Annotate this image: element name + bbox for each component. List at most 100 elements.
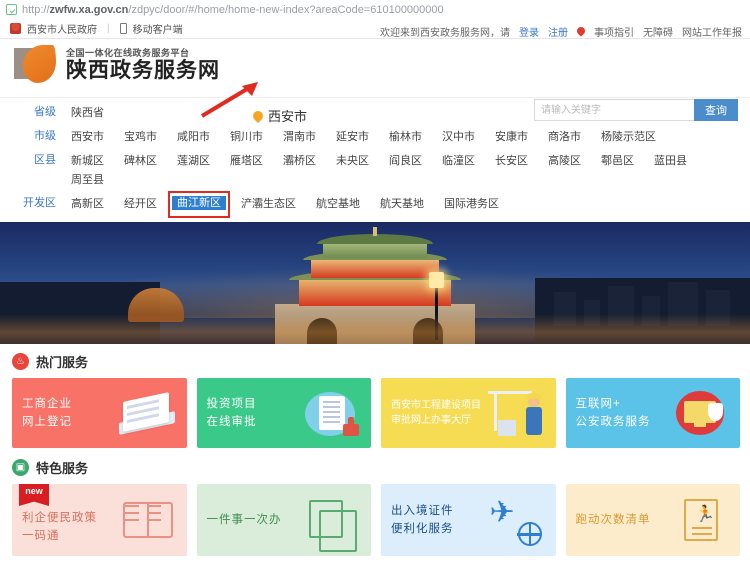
- current-location-label: 西安市: [268, 109, 308, 124]
- accessibility-link[interactable]: 无障碍: [643, 24, 673, 39]
- region-item[interactable]: 周至县: [66, 171, 109, 190]
- service-card-police-service[interactable]: 互联网+ 公安政务服务: [565, 378, 740, 448]
- login-link[interactable]: 登录: [519, 24, 539, 39]
- region-item[interactable]: 航空基地: [311, 195, 365, 214]
- selected-region-highlight: 曲江新区: [168, 191, 230, 218]
- region-item[interactable]: 浐灞生态区: [236, 195, 301, 214]
- service-card-investment-approval[interactable]: 投资项目 在线审批: [196, 378, 371, 448]
- region-item-selected[interactable]: 曲江新区: [172, 196, 226, 210]
- region-item[interactable]: 临潼区: [437, 152, 480, 171]
- open-book-icon: [119, 494, 177, 546]
- service-card-label: 互联网+ 公安政务服务: [575, 398, 651, 428]
- service-card-exit-entry[interactable]: 出入境证件 便利化服务 ✈: [381, 484, 556, 556]
- current-location[interactable]: 西安市: [250, 106, 308, 125]
- search-button[interactable]: 查询: [694, 99, 738, 121]
- region-item[interactable]: 西安市: [66, 128, 109, 147]
- service-card-label: 一件事一次办: [206, 514, 282, 526]
- service-card-label: 西安市工程建设项目 审批网上办事大厅: [391, 400, 481, 426]
- region-row-district: 区县 新城区 碑林区 莲湖区 雁塔区 灞桥区 未央区 阎良区 临潼区 长安区 高…: [14, 152, 740, 190]
- region-item[interactable]: 蓝田县: [649, 152, 692, 171]
- service-card-trip-count-list[interactable]: 跑动次数清单 🏃: [565, 484, 740, 556]
- browser-url-bar[interactable]: http://zwfw.xa.gov.cn/zdpyc/door/#/home/…: [0, 0, 750, 19]
- logo-mark-icon: [14, 45, 58, 85]
- site-title: 陕西政务服务网: [66, 59, 220, 83]
- hot-services-title: 热门服务: [36, 355, 89, 370]
- new-badge: new: [19, 484, 49, 506]
- item-guide-link[interactable]: 事项指引: [594, 24, 634, 39]
- hero-banner: [0, 222, 750, 344]
- mobile-phone-icon: [119, 23, 127, 34]
- region-items: 西安市 宝鸡市 咸阳市 铜川市 渭南市 延安市 榆林市 汉中市 安康市 商洛市 …: [66, 128, 661, 147]
- register-link[interactable]: 注册: [548, 24, 568, 39]
- site-logo[interactable]: 全国一体化在线政务服务平台 陕西政务服务网: [14, 45, 740, 85]
- service-card-one-thing-one-time[interactable]: 一件事一次办: [196, 484, 371, 556]
- region-items: 高新区 经开区 曲江新区 浐灞生态区 航空基地 航天基地 国际港务区: [66, 191, 504, 218]
- region-item[interactable]: 鄠邑区: [596, 152, 639, 171]
- region-item[interactable]: 咸阳市: [172, 128, 215, 147]
- welcome-strip: 欢迎来到西安政务服务网，请 登录 注册 事项指引 无障碍 网站工作年报: [380, 22, 742, 40]
- region-item[interactable]: 汉中市: [437, 128, 480, 147]
- document-stamp-icon: [303, 387, 361, 439]
- region-item[interactable]: 未央区: [331, 152, 374, 171]
- region-row-label: 省级: [34, 106, 56, 118]
- bar-separator: |: [107, 23, 110, 34]
- region-row-label: 区县: [34, 154, 56, 166]
- region-item[interactable]: 杨陵示范区: [596, 128, 661, 147]
- region-row-devzone: 开发区 高新区 经开区 曲江新区 浐灞生态区 航空基地 航天基地 国际港务区: [14, 191, 740, 218]
- region-item[interactable]: 经开区: [119, 195, 162, 214]
- region-item[interactable]: 商洛市: [543, 128, 586, 147]
- region-row-label: 开发区: [23, 197, 56, 209]
- region-item[interactable]: 碑林区: [119, 152, 162, 171]
- security-shield-icon: [6, 4, 17, 15]
- featured-services-cards: new 利企便民政策 一码通 一件事一次办 出入境证件 便利化服务 ✈ 跑动次数…: [12, 484, 740, 556]
- region-item[interactable]: 莲湖区: [172, 152, 215, 171]
- featured-services-header: ▣ 特色服务: [12, 458, 740, 477]
- runner-list-icon: 🏃: [672, 494, 730, 546]
- region-item[interactable]: 高陵区: [543, 152, 586, 171]
- service-card-label: 投资项目 在线审批: [206, 398, 257, 428]
- government-emblem-icon: [10, 23, 21, 34]
- url-domain: zwfw.xa.gov.cn: [49, 3, 129, 16]
- grid-icon: ▣: [12, 459, 29, 476]
- region-item[interactable]: 阎良区: [384, 152, 427, 171]
- annual-report-link[interactable]: 网站工作年报: [682, 24, 742, 39]
- region-item[interactable]: 延安市: [331, 128, 374, 147]
- service-card-business-registration[interactable]: 工商企业 网上登记: [12, 378, 187, 448]
- region-items: 陕西省: [66, 104, 109, 123]
- search-input[interactable]: [534, 99, 694, 121]
- url-text: http://zwfw.xa.gov.cn/zdpyc/door/#/home/…: [22, 4, 444, 16]
- region-item[interactable]: 灞桥区: [278, 152, 321, 171]
- region-item[interactable]: 陕西省: [66, 104, 109, 123]
- flame-icon: ♨: [12, 353, 29, 370]
- region-item[interactable]: 高新区: [66, 195, 109, 214]
- featured-services-title: 特色服务: [36, 461, 89, 476]
- region-item[interactable]: 航天基地: [375, 195, 429, 214]
- search-box[interactable]: 查询: [534, 99, 738, 121]
- location-pin-icon: [250, 108, 266, 123]
- platform-line: 全国一体化在线政务服务平台: [66, 48, 190, 59]
- service-card-construction-approval[interactable]: 西安市工程建设项目 审批网上办事大厅: [381, 378, 556, 448]
- hot-services-section: ♨ 热门服务 工商企业 网上登记 投资项目 在线审批 西安市工程建设项目 审批网…: [0, 344, 750, 448]
- mobile-client-link[interactable]: 移动客户端: [133, 21, 183, 36]
- gov-site-link[interactable]: 西安市人民政府: [27, 21, 97, 36]
- service-card-label: 跑动次数清单: [575, 514, 651, 526]
- region-item[interactable]: 国际港务区: [439, 195, 504, 214]
- url-prefix: http://: [22, 3, 50, 16]
- region-item[interactable]: 铜川市: [225, 128, 268, 147]
- url-path: /zdpyc/door/#/home/home-new-index?areaCo…: [128, 3, 444, 16]
- hot-services-header: ♨ 热门服务: [12, 352, 740, 371]
- region-item[interactable]: 雁塔区: [225, 152, 268, 171]
- region-item[interactable]: 新城区: [66, 152, 109, 171]
- region-item[interactable]: 榆林市: [384, 128, 427, 147]
- region-item[interactable]: 安康市: [490, 128, 533, 147]
- service-card-policy-qrcode[interactable]: new 利企便民政策 一码通: [12, 484, 187, 556]
- service-card-label: 工商企业 网上登记: [22, 398, 72, 428]
- region-item[interactable]: 长安区: [490, 152, 533, 171]
- region-item[interactable]: 渭南市: [278, 128, 321, 147]
- service-card-label: 利企便民政策 一码通: [22, 512, 97, 542]
- laptop-icon: [118, 387, 177, 439]
- location-pin-icon: [575, 25, 587, 37]
- region-item[interactable]: 宝鸡市: [119, 128, 162, 147]
- service-card-label: 出入境证件 便利化服务: [391, 505, 454, 535]
- region-items: 新城区 碑林区 莲湖区 雁塔区 灞桥区 未央区 阎良区 临潼区 长安区 高陵区 …: [66, 152, 740, 190]
